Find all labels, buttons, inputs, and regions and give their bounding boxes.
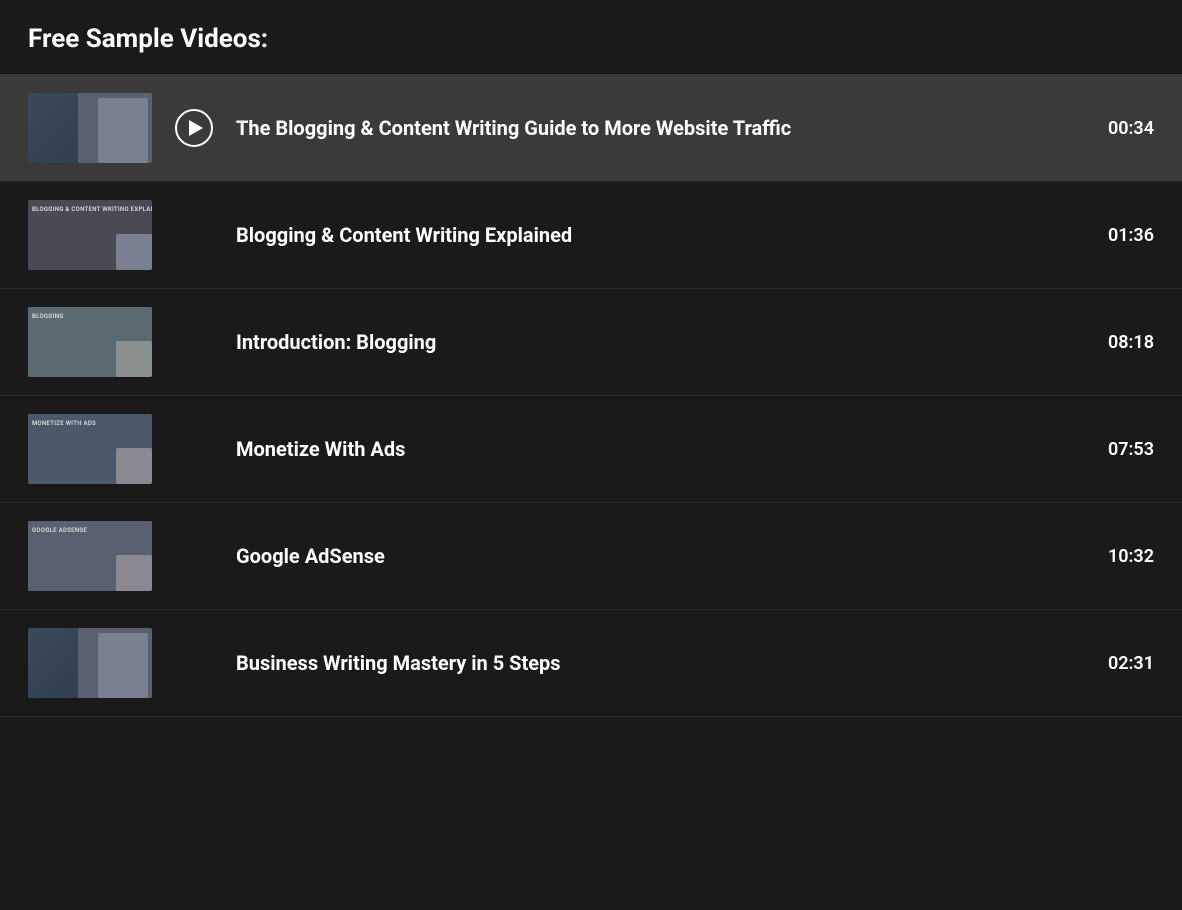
list-item[interactable]: The Blogging & Content Writing Guide to …: [0, 75, 1182, 182]
video-info: Business Writing Mastery in 5 Steps: [236, 650, 1084, 676]
thumbnail-label: BLOGGING: [32, 313, 64, 320]
video-info: Blogging & Content Writing Explained: [236, 222, 1084, 248]
video-title: Business Writing Mastery in 5 Steps: [236, 651, 561, 675]
thumbnail-label: GOOGLE ADSENSE: [32, 527, 87, 534]
page-container: Free Sample Videos: The Blogging & Conte…: [0, 0, 1182, 717]
play-icon: [189, 120, 203, 136]
play-button-wrapper[interactable]: [172, 106, 216, 150]
thumbnail-person: [116, 341, 152, 377]
video-duration: 01:36: [1084, 225, 1154, 246]
play-button[interactable]: [175, 109, 213, 147]
video-list: The Blogging & Content Writing Guide to …: [0, 75, 1182, 717]
video-thumbnail: BLOGGING & CONTENT WRITING EXPLAINED: [28, 200, 152, 270]
thumbnail-label: BLOGGING & CONTENT WRITING EXPLAINED: [32, 206, 152, 213]
list-item[interactable]: MONETIZE WITH ADS Monetize With Ads 07:5…: [0, 396, 1182, 503]
video-info: The Blogging & Content Writing Guide to …: [236, 115, 1084, 141]
thumbnail-label: MONETIZE WITH ADS: [32, 420, 96, 427]
list-item[interactable]: GOOGLE ADSENSE Google AdSense 10:32: [0, 503, 1182, 610]
list-item[interactable]: Business Writing Mastery in 5 Steps 02:3…: [0, 610, 1182, 717]
video-duration: 00:34: [1084, 118, 1154, 139]
video-duration: 08:18: [1084, 332, 1154, 353]
video-thumbnail: MONETIZE WITH ADS: [28, 414, 152, 484]
video-thumbnail: [28, 628, 152, 698]
video-thumbnail: [28, 93, 152, 163]
video-duration: 02:31: [1084, 653, 1154, 674]
video-info: Monetize With Ads: [236, 436, 1084, 462]
page-header: Free Sample Videos:: [0, 0, 1182, 75]
video-title: Introduction: Blogging: [236, 330, 436, 354]
video-title: Monetize With Ads: [236, 437, 405, 461]
thumbnail-person: [116, 555, 152, 591]
thumbnail-person: [116, 234, 152, 270]
video-thumbnail: GOOGLE ADSENSE: [28, 521, 152, 591]
video-info: Google AdSense: [236, 543, 1084, 569]
video-title: Blogging & Content Writing Explained: [236, 223, 572, 247]
video-thumbnail: BLOGGING: [28, 307, 152, 377]
video-title: Google AdSense: [236, 544, 385, 568]
thumbnail-person: [116, 448, 152, 484]
list-item[interactable]: BLOGGING & CONTENT WRITING EXPLAINED Blo…: [0, 182, 1182, 289]
video-duration: 07:53: [1084, 439, 1154, 460]
list-item[interactable]: BLOGGING Introduction: Blogging 08:18: [0, 289, 1182, 396]
video-duration: 10:32: [1084, 546, 1154, 567]
page-title: Free Sample Videos:: [28, 24, 1154, 54]
video-info: Introduction: Blogging: [236, 329, 1084, 355]
video-title: The Blogging & Content Writing Guide to …: [236, 116, 791, 140]
